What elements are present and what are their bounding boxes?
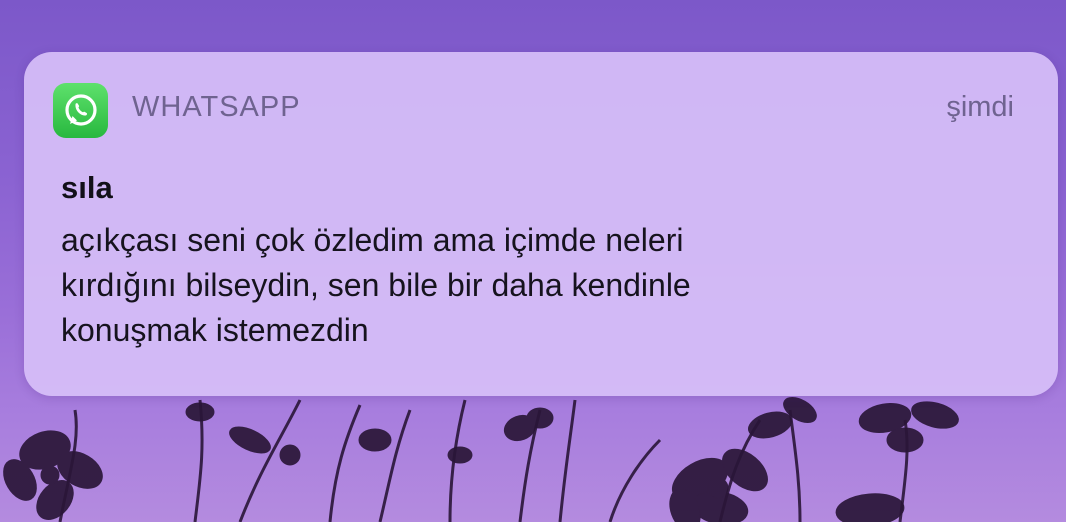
notification-time: şimdi bbox=[946, 91, 1014, 123]
notification-banner[interactable]: WHATSAPP şimdi sıla açıkçası seni çok öz… bbox=[24, 52, 1058, 396]
whatsapp-icon bbox=[53, 83, 108, 138]
message-body: açıkçası seni çok özledim ama içimde nel… bbox=[61, 222, 691, 348]
app-name: WHATSAPP bbox=[132, 91, 301, 123]
sender-name: sıla bbox=[61, 170, 113, 205]
